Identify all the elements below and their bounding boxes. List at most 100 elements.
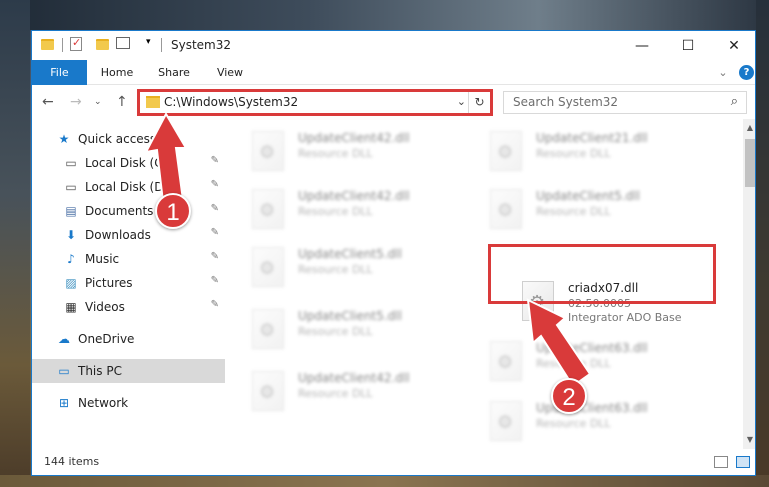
customize-toolbar-chevron-icon[interactable]: ▾ bbox=[146, 37, 151, 47]
sidebar-item-downloads[interactable]: ⬇ Downloads ✎ bbox=[32, 223, 225, 247]
dll-file-icon bbox=[252, 131, 284, 171]
file-name: UpdateClient42.dll bbox=[298, 131, 410, 145]
file-description: Resource DLL bbox=[298, 205, 373, 218]
expand-ribbon-icon[interactable]: ⌄ bbox=[716, 60, 730, 85]
list-item[interactable]: UpdateClient63.dll Resource DLL bbox=[490, 397, 710, 447]
view-options-icon[interactable] bbox=[116, 37, 130, 49]
sidebar-item-label: Videos bbox=[85, 300, 125, 314]
address-highlight-box bbox=[137, 89, 493, 116]
pin-icon[interactable]: ✎ bbox=[211, 299, 219, 310]
star-icon: ★ bbox=[58, 132, 70, 146]
file-description: Resource DLL bbox=[298, 387, 373, 400]
sidebar-item-label: Quick access bbox=[78, 132, 157, 146]
file-description: Resource DLL bbox=[536, 205, 611, 218]
file-description: Resource DLL bbox=[536, 147, 611, 160]
download-icon: ⬇ bbox=[65, 228, 77, 242]
list-item[interactable]: UpdateClient5.dll Resource DLL bbox=[490, 185, 710, 235]
details-view-icon[interactable] bbox=[714, 456, 728, 468]
file-list: UpdateClient42.dll Resource DLL UpdateCl… bbox=[252, 119, 742, 449]
maximize-button[interactable]: ☐ bbox=[665, 31, 711, 60]
list-item[interactable]: UpdateClient42.dll Resource DLL bbox=[252, 127, 472, 177]
sidebar-item-label: Pictures bbox=[85, 276, 133, 290]
sidebar-item-documents[interactable]: ▤ Documents ✎ bbox=[32, 199, 225, 223]
sidebar-item-local-disk-d[interactable]: ▭ Local Disk (D:) ✎ bbox=[32, 175, 225, 199]
computer-icon: ▭ bbox=[58, 364, 70, 378]
list-item[interactable]: UpdateClient63.dll Resource DLL bbox=[490, 337, 710, 387]
file-description: Resource DLL bbox=[536, 417, 611, 430]
sidebar-item-label: This PC bbox=[78, 364, 122, 378]
sidebar-item-network[interactable]: ⊞ Network bbox=[32, 391, 225, 415]
video-icon: ▦ bbox=[65, 300, 77, 314]
list-item[interactable]: UpdateClient5.dll Resource DLL bbox=[252, 243, 472, 293]
search-icon[interactable]: ⌕ bbox=[731, 94, 738, 109]
tab-file[interactable]: File bbox=[32, 60, 87, 85]
pin-icon[interactable]: ✎ bbox=[211, 155, 219, 166]
large-icons-view-icon[interactable] bbox=[736, 456, 750, 468]
pin-icon[interactable]: ✎ bbox=[211, 275, 219, 286]
network-icon: ⊞ bbox=[58, 396, 70, 410]
step-2-badge: 2 bbox=[551, 378, 587, 414]
pin-icon[interactable]: ✎ bbox=[211, 203, 219, 214]
properties-icon[interactable]: ✓ bbox=[70, 36, 82, 51]
file-description: Resource DLL bbox=[298, 325, 373, 338]
dll-file-icon bbox=[252, 371, 284, 411]
file-description: Resource DLL bbox=[298, 263, 373, 276]
tab-view[interactable]: View bbox=[209, 60, 251, 85]
sidebar-item-onedrive[interactable]: ☁ OneDrive bbox=[32, 327, 225, 351]
pin-icon[interactable]: ✎ bbox=[211, 179, 219, 190]
help-icon[interactable]: ? bbox=[739, 65, 754, 80]
up-button[interactable]: ↑ bbox=[116, 94, 128, 110]
file-description: Integrator ADO Base bbox=[568, 311, 682, 324]
new-folder-icon[interactable] bbox=[96, 39, 109, 50]
list-item[interactable]: UpdateClient21.dll Resource DLL bbox=[490, 127, 710, 177]
cloud-icon: ☁ bbox=[58, 332, 70, 346]
recent-locations-chevron-icon[interactable]: ⌄ bbox=[94, 97, 102, 107]
dll-file-icon bbox=[490, 401, 522, 441]
dll-file-icon bbox=[490, 131, 522, 171]
pin-icon[interactable]: ✎ bbox=[211, 227, 219, 238]
vertical-scrollbar[interactable]: ▲ ▼ bbox=[743, 119, 755, 449]
list-item[interactable]: UpdateClient42.dll Resource DLL bbox=[252, 367, 472, 417]
sidebar-item-local-disk-c[interactable]: ▭ Local Disk (C:) ✎ bbox=[32, 151, 225, 175]
file-name: UpdateClient21.dll bbox=[536, 131, 648, 145]
dll-file-icon bbox=[252, 189, 284, 229]
pin-icon[interactable]: ✎ bbox=[211, 251, 219, 262]
sidebar-item-quick-access[interactable]: ★ Quick access bbox=[32, 127, 225, 151]
scroll-up-arrow-icon[interactable]: ▲ bbox=[743, 121, 755, 135]
list-item[interactable]: UpdateClient5.dll Resource DLL bbox=[252, 305, 472, 355]
file-name: UpdateClient5.dll bbox=[298, 309, 402, 323]
drive-icon: ▭ bbox=[65, 180, 77, 194]
close-button[interactable]: ✕ bbox=[711, 31, 755, 60]
sidebar-item-label: Downloads bbox=[85, 228, 151, 242]
window-title: System32 bbox=[171, 38, 232, 52]
back-button[interactable]: ← bbox=[42, 94, 54, 110]
file-name: UpdateClient5.dll bbox=[298, 247, 402, 261]
minimize-button[interactable]: — bbox=[619, 31, 665, 60]
tab-home[interactable]: Home bbox=[95, 60, 139, 85]
sidebar-item-label: Local Disk (D:) bbox=[85, 180, 173, 194]
search-box[interactable]: Search System32 ⌕ bbox=[503, 91, 747, 114]
sidebar-item-pictures[interactable]: ▨ Pictures ✎ bbox=[32, 271, 225, 295]
navigation-bar: ← → ⌄ ↑ C:\Windows\System32 ⌄ ↻ Search S… bbox=[32, 85, 755, 119]
scroll-down-arrow-icon[interactable]: ▼ bbox=[743, 433, 755, 447]
forward-button[interactable]: → bbox=[70, 94, 82, 110]
sidebar-item-label: Music bbox=[85, 252, 120, 266]
file-name: UpdateClient42.dll bbox=[298, 371, 410, 385]
sidebar-item-music[interactable]: ♪ Music ✎ bbox=[32, 247, 225, 271]
file-highlight-box bbox=[488, 244, 716, 304]
file-name: UpdateClient42.dll bbox=[298, 189, 410, 203]
list-item[interactable]: UpdateClient42.dll Resource DLL bbox=[252, 185, 472, 235]
item-count: 144 items bbox=[44, 455, 100, 468]
sidebar-item-label: Network bbox=[78, 396, 129, 410]
sidebar-item-this-pc[interactable]: ▭ This PC bbox=[32, 359, 225, 383]
file-description: Resource DLL bbox=[298, 147, 373, 160]
dll-file-icon bbox=[490, 189, 522, 229]
file-name: UpdateClient63.dll bbox=[536, 341, 648, 355]
scroll-thumb[interactable] bbox=[745, 139, 755, 187]
tab-share[interactable]: Share bbox=[151, 60, 197, 85]
file-name: UpdateClient5.dll bbox=[536, 189, 640, 203]
sidebar-item-label: Documents bbox=[85, 204, 154, 218]
sidebar-item-videos[interactable]: ▦ Videos ✎ bbox=[32, 295, 225, 319]
navigation-pane: ★ Quick access ▭ Local Disk (C:) ✎ ▭ Loc… bbox=[32, 119, 228, 449]
search-input[interactable]: Search System32 bbox=[513, 95, 618, 109]
